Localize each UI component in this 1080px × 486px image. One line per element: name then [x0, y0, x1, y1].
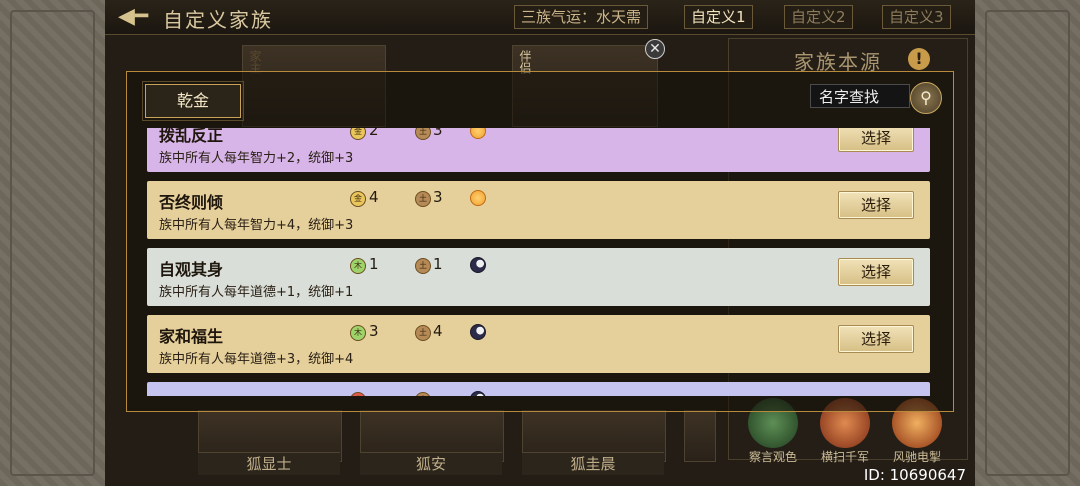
tab-custom-3[interactable]: 自定义3: [882, 5, 951, 29]
skill-label: 风驰电掣: [892, 450, 941, 464]
moon-icon: [470, 324, 486, 340]
resource-coin-icon: 金: [350, 191, 366, 207]
resource-value: 3: [433, 128, 443, 139]
resource-value: 3: [369, 322, 379, 340]
resource-coin-icon: 土: [415, 258, 431, 274]
sun-icon: [470, 190, 486, 206]
list-item: 火 土: [147, 382, 930, 396]
member-name: 狐显士: [198, 452, 340, 475]
resource-coin-icon: 木: [350, 258, 366, 274]
item-desc: 族中所有人每年智力+2，统御+3: [159, 151, 354, 166]
choose-button[interactable]: 选择: [838, 258, 914, 286]
item-name: 自观其身: [159, 260, 224, 279]
resource-coin-icon: 土: [415, 392, 431, 396]
resource-coin-icon: 木: [350, 325, 366, 341]
tab-custom-1[interactable]: 自定义1: [684, 5, 753, 29]
resource-coin-icon: 土: [415, 128, 431, 140]
right-decor-panel: [975, 0, 1080, 486]
skill-label: 横扫千军: [820, 450, 869, 464]
search-input[interactable]: 名字查找: [810, 84, 910, 108]
choose-button[interactable]: 选择: [838, 325, 914, 353]
item-name: 家和福生: [159, 327, 224, 346]
resource-value: 1: [433, 255, 443, 273]
warning-icon[interactable]: !: [908, 48, 930, 70]
tab-custom-2[interactable]: 自定义2: [784, 5, 853, 29]
member-name: 狐安: [360, 452, 502, 475]
item-name: 否终则倾: [159, 193, 224, 212]
player-id: ID: 10690647: [863, 466, 966, 484]
item-name: 拨乱反正: [159, 128, 224, 145]
item-desc: 族中所有人每年道德+3，统御+4: [159, 352, 354, 367]
fortune-tab[interactable]: 三族气运：水天需: [514, 5, 649, 29]
page-title: 自定义家族: [163, 8, 273, 32]
resource-value: 4: [369, 188, 379, 206]
resource-coin-icon: 土: [415, 325, 431, 341]
moon-icon: [470, 391, 486, 396]
item-list[interactable]: 拨乱反正 族中所有人每年智力+2，统御+3 金 2 土 3 选择 否终则倾 族中…: [147, 128, 930, 396]
moon-icon: [470, 257, 486, 273]
list-item: 自观其身 族中所有人每年道德+1，统御+1 木 1 土 1 选择: [147, 248, 930, 306]
resource-value: 3: [433, 188, 443, 206]
list-item: 家和福生 族中所有人每年道德+3，统御+4 木 3 土 4 选择: [147, 315, 930, 373]
choose-button[interactable]: 选择: [838, 191, 914, 219]
left-decor-panel: [0, 0, 105, 486]
choose-button[interactable]: 选择: [838, 128, 914, 152]
list-item: 否终则倾 族中所有人每年智力+4，统御+3 金 4 土 3 选择: [147, 181, 930, 239]
resource-value: 1: [369, 255, 379, 273]
back-arrow-icon[interactable]: ◀━: [118, 6, 150, 28]
resource-value: 2: [369, 128, 379, 139]
search-icon[interactable]: ⚲: [910, 82, 942, 114]
resource-coin-icon: 火: [350, 392, 366, 396]
category-tab[interactable]: 乾金: [142, 81, 244, 121]
close-icon[interactable]: ✕: [645, 39, 665, 59]
member-name: 狐圭晨: [522, 452, 664, 475]
item-desc: 族中所有人每年智力+4，统御+3: [159, 218, 354, 233]
resource-value: 4: [433, 322, 443, 340]
resource-coin-icon: 土: [415, 191, 431, 207]
resource-coin-icon: 金: [350, 128, 366, 140]
member-card[interactable]: [684, 410, 716, 462]
skill-label: 察言观色: [748, 450, 797, 464]
list-item: 拨乱反正 族中所有人每年智力+2，统御+3 金 2 土 3 选择: [147, 128, 930, 172]
sun-icon: [470, 128, 486, 139]
item-desc: 族中所有人每年道德+1，统御+1: [159, 285, 354, 300]
